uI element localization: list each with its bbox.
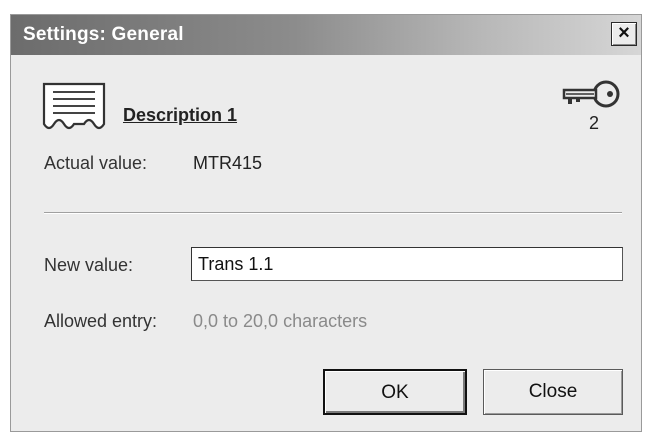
actual-value: MTR415 bbox=[193, 153, 263, 173]
close-window-button[interactable]: × bbox=[611, 22, 637, 46]
settings-dialog: Settings: General × Description 1 2 Actu… bbox=[10, 14, 642, 432]
title-bar[interactable]: Settings: General × bbox=[11, 15, 641, 55]
allowed-entry-value: 0,0 to 20,0 characters bbox=[193, 311, 368, 331]
close-button[interactable]: Close bbox=[483, 369, 623, 415]
actual-value-label: Actual value: bbox=[44, 153, 148, 173]
ok-button[interactable]: OK bbox=[323, 369, 467, 415]
allowed-entry-label: Allowed entry: bbox=[44, 311, 158, 331]
separator bbox=[44, 212, 622, 214]
access-level: 2 bbox=[589, 113, 600, 133]
new-value-label: New value: bbox=[44, 255, 134, 275]
parameter-name: Description 1 bbox=[123, 105, 238, 125]
document-icon bbox=[42, 82, 106, 130]
key-icon bbox=[562, 80, 620, 108]
new-value-input[interactable] bbox=[191, 247, 623, 281]
window-title: Settings: General bbox=[23, 24, 184, 45]
close-icon: × bbox=[618, 22, 630, 44]
